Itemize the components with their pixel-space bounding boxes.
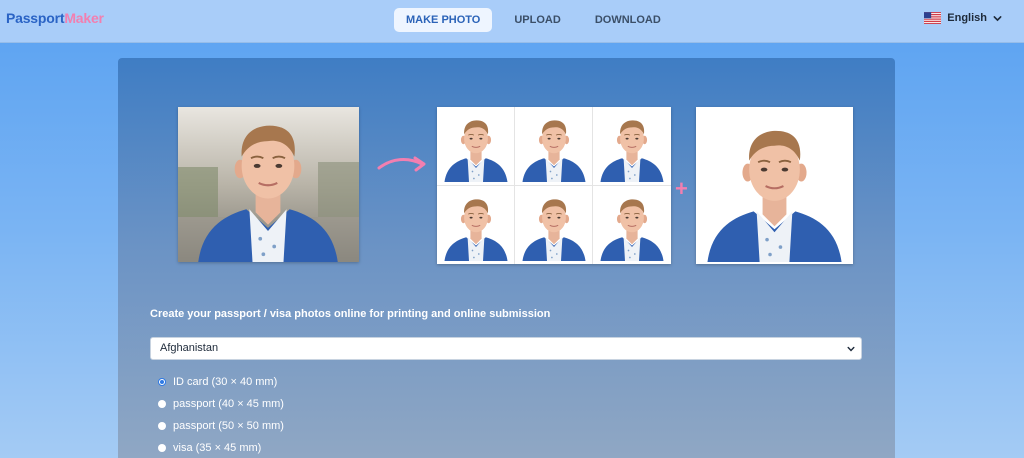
- main-nav: MAKE PHOTO UPLOAD DOWNLOAD: [394, 8, 683, 32]
- us-flag-icon: [924, 12, 942, 24]
- portrait-image: [178, 107, 359, 262]
- result-photo: [696, 107, 853, 264]
- nav-download[interactable]: DOWNLOAD: [583, 8, 673, 32]
- photo-sheet-grid: [437, 107, 671, 264]
- tagline: Create your passport / visa photos onlin…: [150, 308, 551, 320]
- sheet-photo: [515, 185, 593, 264]
- logo[interactable]: PassportMaker: [6, 10, 104, 26]
- option-label: passport (50 × 50 mm): [173, 420, 284, 432]
- logo-part-maker: Maker: [64, 10, 104, 26]
- sheet-photo: [437, 107, 515, 186]
- option-passport-40x45[interactable]: passport (40 × 45 mm): [158, 393, 284, 415]
- plus-icon: +: [675, 176, 688, 201]
- sheet-photo: [437, 185, 515, 264]
- option-label: visa (35 × 45 mm): [173, 442, 262, 454]
- logo-part-passport: Passport: [6, 10, 65, 26]
- document-type-options: ID card (30 × 40 mm) passport (40 × 45 m…: [158, 371, 284, 458]
- language-selector[interactable]: English: [924, 12, 1002, 24]
- sheet-photo: [515, 107, 593, 186]
- option-visa-35x45[interactable]: visa (35 × 45 mm): [158, 437, 284, 458]
- radio-button[interactable]: [158, 378, 166, 386]
- sheet-photo: [593, 186, 671, 265]
- country-select-value: Afghanistan: [160, 342, 219, 354]
- option-label: ID card (30 × 40 mm): [173, 376, 278, 388]
- option-passport-50x50[interactable]: passport (50 × 50 mm): [158, 415, 284, 437]
- curved-arrow-icon: [377, 156, 426, 172]
- option-id-card[interactable]: ID card (30 × 40 mm): [158, 371, 284, 393]
- radio-button[interactable]: [158, 400, 166, 408]
- chevron-down-icon: [993, 15, 1002, 21]
- top-header: PassportMaker MAKE PHOTO UPLOAD DOWNLOAD…: [0, 0, 1024, 43]
- nav-make-photo[interactable]: MAKE PHOTO: [394, 8, 493, 32]
- main-card: + Create your passport / visa photos onl…: [118, 58, 895, 458]
- original-photo: [178, 107, 359, 262]
- radio-button[interactable]: [158, 444, 166, 452]
- chevron-down-icon: [847, 346, 855, 352]
- radio-button[interactable]: [158, 422, 166, 430]
- option-label: passport (40 × 45 mm): [173, 398, 284, 410]
- portrait-image-white-bg: [696, 107, 853, 264]
- nav-upload[interactable]: UPLOAD: [502, 8, 572, 32]
- country-select[interactable]: Afghanistan: [150, 337, 862, 360]
- sheet-photo: [593, 107, 671, 186]
- language-label: English: [947, 12, 987, 24]
